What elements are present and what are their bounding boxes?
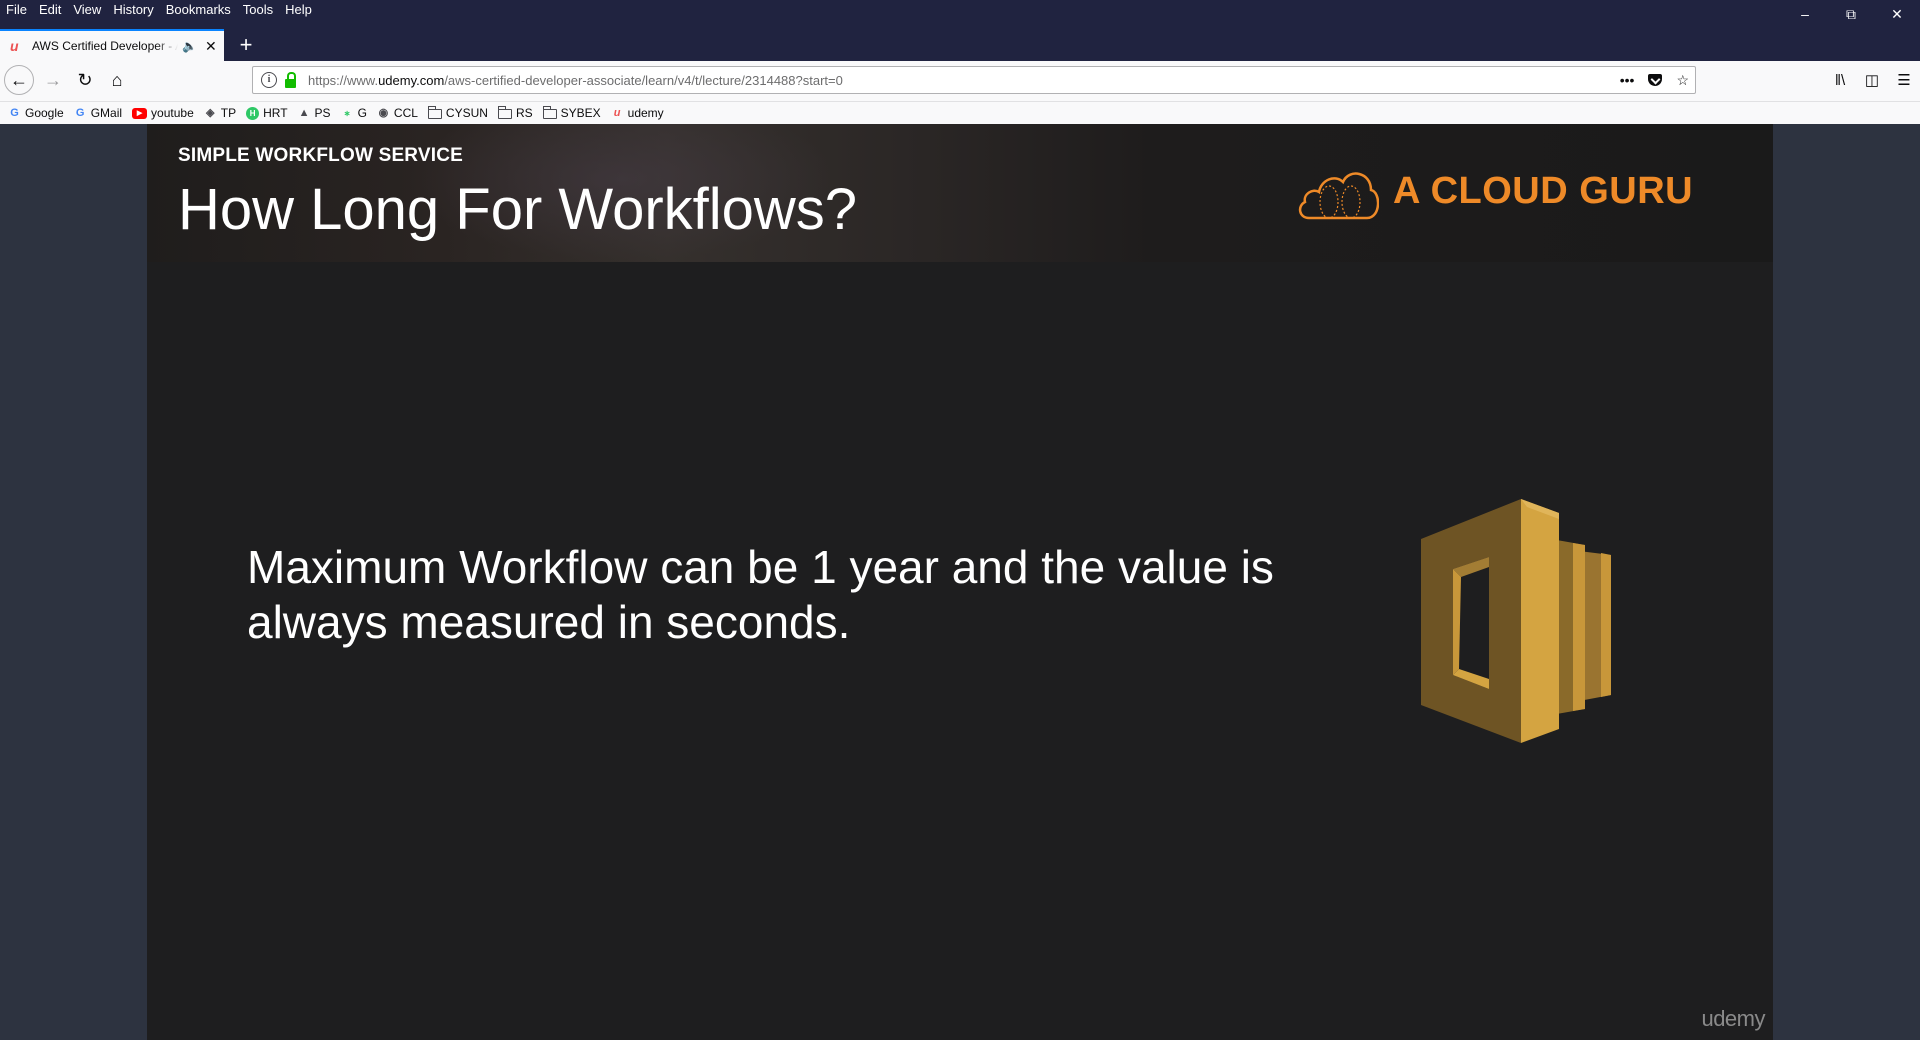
reload-button[interactable]: ↻ <box>70 65 100 95</box>
toolbar-right: ‖\ ◫ ☰ <box>1824 65 1920 95</box>
restore-button[interactable]: ⧉ <box>1828 0 1874 28</box>
bookmark-label: PS <box>314 106 331 120</box>
menu-bookmarks[interactable]: Bookmarks <box>160 0 237 20</box>
google-icon: G <box>10 106 19 119</box>
lock-icon[interactable] <box>285 71 296 88</box>
slide-kicker: SIMPLE WORKFLOW SERVICE <box>178 145 464 166</box>
udemy-icon: u <box>613 106 621 119</box>
bookmark-label: udemy <box>627 106 664 120</box>
url-domain: udemy.com <box>378 72 445 88</box>
bookmark-rs[interactable]: RS <box>497 106 533 120</box>
brand-logo: A CLOUD GURU <box>1295 158 1693 224</box>
bookmark-youtube[interactable]: ▶ youtube <box>132 106 194 120</box>
bookmark-google[interactable]: G Google <box>8 106 64 120</box>
youtube-icon: ▶ <box>132 107 148 119</box>
tab-title: AWS Certified Developer - Associate <box>32 39 178 53</box>
new-tab-button[interactable]: + <box>232 32 260 58</box>
slide-title: How Long For Workflows? <box>178 177 858 242</box>
navigation-bar: ← → ↻ ⌂ i https://www.udemy.com/aws-cert… <box>0 61 1920 102</box>
ccl-icon: ◉ <box>378 106 389 119</box>
lecture-slide: SIMPLE WORKFLOW SERVICE How Long For Wor… <box>147 124 1773 1040</box>
title-bar: File Edit View History Bookmarks Tools H… <box>0 0 1920 61</box>
bookmarks-bar: G Google G GMail ▶ youtube ◈ TP H HRT ▲ PS ∗ G … <box>0 102 1920 124</box>
sidebar-icon[interactable]: ◫ <box>1856 65 1888 95</box>
bookmark-label: G <box>357 106 367 120</box>
bookmark-label: CCL <box>393 106 418 120</box>
bookmark-label: SYBEX <box>560 106 601 120</box>
hamburger-menu-icon[interactable]: ☰ <box>1888 65 1920 95</box>
url-text[interactable]: https://www.udemy.com/aws-certified-deve… <box>308 73 843 88</box>
library-icon[interactable]: ‖\ <box>1824 65 1856 95</box>
url-actions: ••• ☆ <box>1620 67 1689 93</box>
menu-bar: File Edit View History Bookmarks Tools H… <box>0 0 318 20</box>
g-icon: ∗ <box>343 108 351 118</box>
google-icon: G <box>75 106 85 119</box>
bookmark-label: CYSUN <box>445 106 488 120</box>
bookmark-ccl[interactable]: ◉ CCL <box>377 106 418 120</box>
menu-tools[interactable]: Tools <box>237 0 279 20</box>
bookmark-label: GMail <box>90 106 123 120</box>
bookmark-g[interactable]: ∗ G <box>341 106 367 120</box>
bookmark-tp[interactable]: ◈ TP <box>204 106 236 120</box>
hackerrank-icon: H <box>246 106 260 120</box>
menu-file[interactable]: File <box>0 0 33 20</box>
close-tab-icon[interactable]: ✕ <box>205 38 217 55</box>
url-prefix: https://www. <box>308 72 379 88</box>
page-actions-icon[interactable]: ••• <box>1620 72 1635 88</box>
ps-icon: ▲ <box>298 106 310 119</box>
bookmark-sybex[interactable]: SYBEX <box>542 106 601 120</box>
close-window-button[interactable]: ✕ <box>1874 0 1920 28</box>
bookmark-gmail[interactable]: G GMail <box>74 106 122 120</box>
window-controls: – ⧉ ✕ <box>1782 0 1920 28</box>
url-bar[interactable]: i https://www.udemy.com/aws-certified-de… <box>252 66 1696 94</box>
cloud-icon <box>1298 172 1379 220</box>
bookmark-label: RS <box>515 106 533 120</box>
bookmark-cysun[interactable]: CYSUN <box>427 106 488 120</box>
menu-help[interactable]: Help <box>279 0 318 20</box>
forward-button[interactable]: → <box>38 65 68 95</box>
bookmark-hrt[interactable]: H HRT <box>246 106 288 120</box>
udemy-icon: u <box>10 38 19 54</box>
brand-name: A CLOUD GURU <box>1393 169 1694 212</box>
info-icon[interactable]: i <box>261 72 277 88</box>
url-path: /aws-certified-developer-associate/learn… <box>444 72 843 88</box>
bookmark-label: TP <box>220 106 237 120</box>
menu-edit[interactable]: Edit <box>33 0 67 20</box>
home-button[interactable]: ⌂ <box>102 65 132 95</box>
pocket-icon[interactable] <box>1648 74 1663 86</box>
folder-icon <box>427 106 442 119</box>
bookmark-ps[interactable]: ▲ PS <box>298 106 331 120</box>
bookmark-label: HRT <box>263 106 288 120</box>
menu-history[interactable]: History <box>107 0 159 20</box>
video-player[interactable]: SIMPLE WORKFLOW SERVICE How Long For Wor… <box>0 124 1920 1040</box>
udemy-watermark: udemy <box>1701 1006 1765 1031</box>
slide-body-text: Maximum Workflow can be 1 year and the v… <box>247 541 1274 648</box>
tab-active[interactable]: u AWS Certified Developer - Associate 🔈 … <box>0 29 224 61</box>
bookmark-label: Google <box>25 106 64 120</box>
tp-icon: ◈ <box>206 106 215 119</box>
minimize-button[interactable]: – <box>1782 0 1828 28</box>
folder-icon <box>542 106 557 119</box>
star-icon[interactable]: ☆ <box>1676 72 1689 89</box>
bookmark-udemy[interactable]: u udemy <box>611 106 664 120</box>
bookmark-label: youtube <box>151 106 194 120</box>
folder-icon <box>497 106 512 119</box>
back-button[interactable]: ← <box>4 65 34 95</box>
menu-view[interactable]: View <box>67 0 107 20</box>
speaker-icon[interactable]: 🔈 <box>182 39 197 53</box>
swf-service-icon <box>1421 499 1611 743</box>
